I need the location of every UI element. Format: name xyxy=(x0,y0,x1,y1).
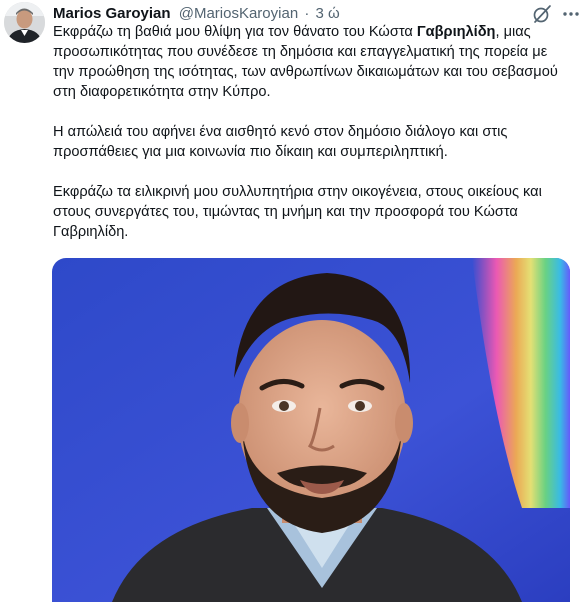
avatar-photo xyxy=(4,2,45,43)
tweet-header: Marios Garoyian @MariosKaroyian · 3 ώ xyxy=(53,4,340,24)
author-handle[interactable]: @MariosKaroyian xyxy=(179,5,298,22)
tweet-photo[interactable] xyxy=(52,258,570,602)
tweet-paragraph-2: Η απώλειά του αφήνει ένα αισθητό κενό στ… xyxy=(53,124,508,160)
tweet-timestamp[interactable]: 3 ώ xyxy=(316,5,340,22)
header-separator: · xyxy=(304,5,310,22)
paragraph-1-start: Εκφράζω τη βαθιά μου θλίψη για τον θάνατ… xyxy=(53,24,417,40)
author-display-name[interactable]: Marios Garoyian xyxy=(53,5,171,22)
tweet-text: Εκφράζω τη βαθιά μου θλίψη για τον θάνατ… xyxy=(53,22,568,262)
portrait-photo xyxy=(52,258,570,602)
tweet-paragraph-3: Εκφράζω τα ειλικρινή μου συλλυπητήρια στ… xyxy=(53,184,542,240)
author-avatar[interactable] xyxy=(4,2,45,43)
tweet: Marios Garoyian @MariosKaroyian · 3 ώ Εκ… xyxy=(0,0,581,602)
tweet-paragraph-1: Εκφράζω τη βαθιά μου θλίψη για τον θάνατ… xyxy=(53,22,568,102)
mention-bold-name: Γαβριηλίδη xyxy=(416,24,496,40)
